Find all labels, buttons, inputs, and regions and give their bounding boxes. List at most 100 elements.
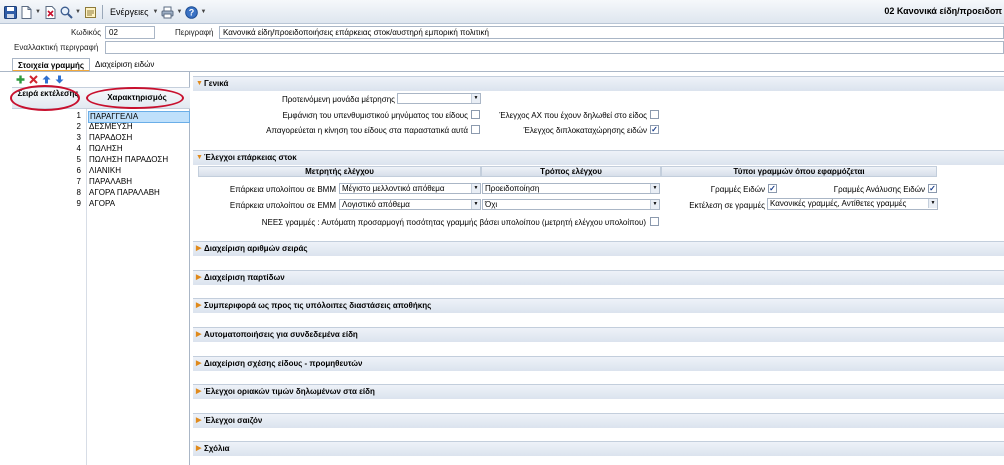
notes-icon[interactable] (83, 5, 97, 19)
chevron-down-icon[interactable]: ▼ (928, 199, 937, 208)
tab-line-details[interactable]: Στοιχεία γραμμής (12, 58, 91, 72)
check-duplicate-label: Έλεγχος διπλοκαταχώρησης ειδών (523, 126, 647, 135)
add-row-icon[interactable] (15, 74, 25, 84)
bmm-mode-value: Προειδοποίηση (485, 184, 540, 193)
section-serial-numbers[interactable]: ▶ Διαχείριση αριθμών σειράς (193, 241, 1004, 256)
code-label: Κωδικός (71, 28, 101, 37)
tab-item-management[interactable]: Διαχείριση ειδών (90, 58, 159, 72)
row-order: 4 (76, 144, 81, 153)
forbid-movement-label: Απαγορεύεται η κίνηση του είδους στα παρ… (266, 126, 468, 135)
check-duplicate-checkbox[interactable]: ✓ (650, 125, 659, 134)
section-title: Διαχείριση σχέσης είδους - προμηθευτών (204, 359, 363, 368)
row-order: 7 (76, 177, 81, 186)
row-characterization: ΠΩΛΗΣΗ (89, 144, 123, 153)
expand-arrow-icon: ▶ (196, 302, 202, 309)
search-dropdown-icon[interactable]: ▼ (75, 9, 81, 15)
row-order: 2 (76, 122, 81, 131)
exec-lines-select[interactable]: Κανονικές γραμμές, Αντίθετες γραμμές ▼ (767, 198, 938, 210)
grid-toolbar (12, 72, 189, 86)
grid-header: Σειρά εκτέλεσης Χαρακτηρισμός (10, 85, 190, 111)
analysis-lines-label: Γραμμές Ανάλυσης Ειδών (833, 185, 925, 194)
section-comments[interactable]: ▶ Σχόλια (193, 441, 1004, 456)
delete-document-icon[interactable] (43, 5, 57, 19)
line-types-panel: Σειρά εκτέλεσης Χαρακτηρισμός 1 ΠΑΡΑΓΓΕΛ… (10, 72, 190, 465)
bmm-label: Επάρκεια υπολοίπου σε ΒΜΜ (229, 185, 336, 194)
emm-meter-value: Λογιστικό απόθεμα (342, 200, 410, 209)
bmm-meter-value: Μέγιστο μελλοντικό απόθεμα (342, 184, 445, 193)
row-characterization: ΠΩΛΗΣΗ ΠΑΡΑΔΟΣΗ (89, 155, 169, 164)
delete-row-icon[interactable] (28, 74, 38, 84)
section-limit-values[interactable]: ▶ Έλεγχοι οριακών τιμών δηλωμένων στα εί… (193, 384, 1004, 399)
section-stock-title: Έλεγχοι επάρκειας στοκ (204, 153, 297, 162)
row-characterization: ΛΙΑΝΙΚΗ (89, 166, 122, 175)
section-general-header[interactable]: ▼ Γενικά (193, 76, 1004, 91)
code-field[interactable]: 02 (105, 26, 155, 39)
table-row[interactable]: 2 ΔΕΣΜΕΥΣΗ (12, 122, 190, 132)
section-stock-header[interactable]: ▼ Έλεγχοι επάρκειας στοκ (193, 150, 1004, 165)
section-title: Έλεγχοι οριακών τιμών δηλωμένων στα είδη (204, 387, 375, 396)
emm-meter-select[interactable]: Λογιστικό απόθεμα ▼ (339, 199, 481, 210)
new-dropdown-icon[interactable]: ▼ (35, 9, 41, 15)
search-icon[interactable] (59, 5, 73, 19)
actions-menu[interactable]: Ενέργειες (108, 7, 151, 17)
emm-mode-value: Όχι (485, 200, 498, 209)
row-order: 5 (76, 155, 81, 164)
section-title: Διαχείριση αριθμών σειράς (204, 244, 308, 253)
chevron-down-icon[interactable]: ▼ (471, 184, 480, 193)
description-label: Περιγραφή (175, 28, 214, 37)
new-document-icon[interactable] (19, 5, 33, 19)
section-title: Διαχείριση παρτίδων (204, 273, 285, 282)
show-reminder-label: Εμφάνιση του υπενθυμιστικού μηνύματος το… (282, 111, 468, 120)
section-seasons[interactable]: ▶ Έλεγχοι σαιζόν (193, 413, 1004, 428)
check-ax-checkbox[interactable] (650, 110, 659, 119)
chevron-down-icon[interactable]: ▼ (650, 200, 659, 209)
preferred-unit-label: Προτεινόμενη μονάδα μέτρησης (281, 95, 395, 104)
toolbar-separator (102, 5, 103, 19)
actions-dropdown-icon[interactable]: ▼ (153, 9, 159, 15)
table-row[interactable]: 6 ΛΙΑΝΙΚΗ (12, 166, 190, 176)
row-order: 3 (76, 133, 81, 142)
row-order: 6 (76, 166, 81, 175)
emm-mode-select[interactable]: Όχι ▼ (482, 199, 660, 210)
section-suppliers[interactable]: ▶ Διαχείριση σχέσης είδους - προμηθευτών (193, 356, 1004, 371)
check-ax-label: Έλεγχος ΑΧ που έχουν δηλωθεί στο είδος (499, 111, 647, 120)
print-dropdown-icon[interactable]: ▼ (177, 9, 183, 15)
table-row[interactable]: 5 ΠΩΛΗΣΗ ΠΑΡΑΔΟΣΗ (12, 155, 190, 165)
print-icon[interactable] (161, 5, 175, 19)
alt-description-field[interactable] (105, 41, 1004, 54)
table-row[interactable]: 3 ΠΑΡΑΔΟΣΗ (12, 133, 190, 143)
help-dropdown-icon[interactable]: ▼ (201, 9, 207, 15)
chevron-down-icon[interactable]: ▼ (471, 94, 480, 103)
help-icon[interactable]: ? (185, 5, 199, 19)
item-line-settings-window: ▼ ▼ Ενέργειες ▼ ▼ ? ▼ 02 Κανονικά είδη/π (0, 0, 1004, 465)
move-down-icon[interactable] (54, 74, 64, 84)
new-lines-label: ΝΕΕΣ γραμμές : Αυτόματη προσαρμογή ποσότ… (261, 218, 646, 227)
section-warehouse-dimensions[interactable]: ▶ Συμπεριφορά ως προς τις υπόλοιπες διασ… (193, 298, 1004, 313)
chevron-down-icon[interactable]: ▼ (650, 184, 659, 193)
table-row[interactable]: 8 ΑΓΟΡΑ ΠΑΡΑΛΑΒΗ (12, 188, 190, 198)
preferred-unit-select[interactable]: ▼ (397, 93, 481, 104)
item-lines-checkbox[interactable]: ✓ (768, 184, 777, 193)
section-title: Αυτοματοποιήσεις για συνδεδεμένα είδη (204, 330, 358, 339)
row-characterization: ΑΓΟΡΑ (89, 199, 116, 208)
bmm-meter-select[interactable]: Μέγιστο μελλοντικό απόθεμα ▼ (339, 183, 481, 194)
table-row[interactable]: 7 ΠΑΡΑΛΑΒΗ (12, 177, 190, 187)
new-lines-checkbox[interactable] (650, 217, 659, 226)
table-row[interactable]: 9 ΑΓΟΡΑ (12, 199, 190, 209)
save-icon[interactable] (3, 5, 17, 19)
table-row[interactable]: 1 ΠΑΡΑΓΓΕΛΙΑ (12, 111, 190, 123)
table-row[interactable]: 4 ΠΩΛΗΣΗ (12, 144, 190, 154)
collapse-arrow-icon: ▼ (196, 80, 203, 87)
window-title: 02 Κανονικά είδη/προειδοπ (884, 6, 1002, 16)
description-field[interactable]: Κανονικά είδη/προειδοποιήσεις επάρκειας … (219, 26, 1004, 39)
chevron-down-icon[interactable]: ▼ (471, 200, 480, 209)
bmm-mode-select[interactable]: Προειδοποίηση ▼ (482, 183, 660, 194)
column-header-line-types: Τύποι γραμμών όπου εφαρμόζεται (661, 166, 937, 177)
analysis-lines-checkbox[interactable]: ✓ (928, 184, 937, 193)
move-up-icon[interactable] (41, 74, 51, 84)
section-title: Συμπεριφορά ως προς τις υπόλοιπες διαστά… (204, 301, 432, 310)
section-batches[interactable]: ▶ Διαχείριση παρτίδων (193, 270, 1004, 285)
section-linked-items[interactable]: ▶ Αυτοματοποιήσεις για συνδεδεμένα είδη (193, 327, 1004, 342)
collapse-arrow-icon: ▼ (196, 154, 203, 161)
section-general-title: Γενικά (204, 79, 229, 88)
